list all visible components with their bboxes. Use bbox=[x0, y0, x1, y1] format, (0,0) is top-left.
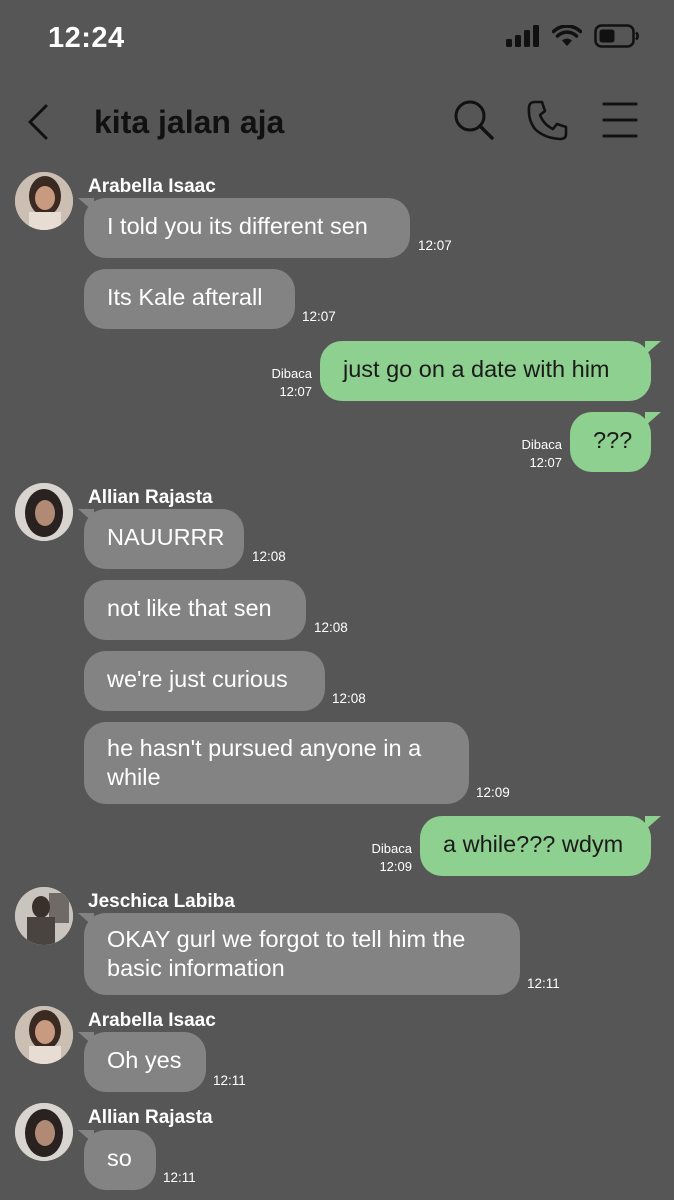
sender-name: Allian Rajasta bbox=[88, 487, 213, 508]
message-time: 12:08 bbox=[252, 549, 286, 564]
search-icon[interactable] bbox=[452, 98, 496, 142]
avatar[interactable] bbox=[15, 172, 73, 230]
status-time: 12:24 bbox=[48, 22, 125, 54]
message-line: basic information bbox=[107, 955, 285, 981]
message-bubble[interactable]: just go on a date with him bbox=[320, 341, 651, 401]
phone-icon[interactable] bbox=[526, 98, 570, 142]
message-time: 12:07 bbox=[529, 455, 562, 470]
bubble-tail bbox=[645, 816, 661, 830]
wifi-icon bbox=[552, 25, 582, 46]
bubble-tail bbox=[645, 412, 661, 426]
read-label: Dibaca bbox=[371, 841, 412, 856]
sender-name: Arabella Isaac bbox=[88, 176, 216, 197]
avatar[interactable] bbox=[15, 887, 73, 945]
message-bubble[interactable]: a while??? wdym bbox=[420, 816, 651, 876]
chat-title[interactable]: kita jalan aja bbox=[94, 104, 284, 141]
sender-name: Allian Rajasta bbox=[88, 1107, 213, 1128]
avatar[interactable] bbox=[15, 1006, 73, 1064]
message-time: 12:09 bbox=[476, 785, 510, 800]
read-label: Dibaca bbox=[271, 366, 312, 381]
message-bubble[interactable]: he hasn't pursued anyone in a while bbox=[84, 722, 469, 804]
signal-icon bbox=[506, 25, 539, 47]
message-line: OKAY gurl we forgot to tell him the bbox=[107, 926, 466, 952]
message-time: 12:07 bbox=[302, 309, 336, 324]
message-bubble[interactable]: OKAY gurl we forgot to tell him the basi… bbox=[84, 913, 520, 995]
bubble-tail bbox=[645, 341, 661, 355]
message-time: 12:07 bbox=[418, 238, 452, 253]
sender-name: Arabella Isaac bbox=[88, 1010, 216, 1031]
back-icon[interactable] bbox=[26, 102, 52, 142]
read-label: Dibaca bbox=[521, 437, 562, 452]
message-time: 12:08 bbox=[314, 620, 348, 635]
message-bubble[interactable]: Its Kale afterall bbox=[84, 269, 295, 329]
chat-header: kita jalan aja bbox=[0, 88, 674, 158]
message-bubble[interactable]: NAUURRR bbox=[84, 509, 244, 569]
message-time: 12:07 bbox=[279, 384, 312, 399]
message-time: 12:11 bbox=[213, 1073, 246, 1088]
message-bubble[interactable]: Oh yes bbox=[84, 1032, 206, 1092]
avatar[interactable] bbox=[15, 1103, 73, 1161]
message-line: he hasn't pursued anyone in a bbox=[107, 735, 422, 761]
sender-name: Jeschica Labiba bbox=[88, 891, 235, 912]
read-receipt: Dibaca 12:09 bbox=[362, 840, 412, 876]
read-receipt: Dibaca 12:07 bbox=[262, 365, 312, 401]
menu-icon[interactable] bbox=[600, 98, 640, 142]
message-bubble[interactable]: not like that sen bbox=[84, 580, 306, 640]
message-time: 12:11 bbox=[163, 1170, 196, 1185]
read-receipt: Dibaca 12:07 bbox=[512, 436, 562, 472]
message-time: 12:09 bbox=[379, 859, 412, 874]
status-bar: 12:24 bbox=[0, 0, 674, 80]
message-bubble[interactable]: ??? bbox=[570, 412, 651, 472]
message-line: while bbox=[107, 764, 161, 790]
message-time: 12:11 bbox=[527, 976, 560, 991]
avatar[interactable] bbox=[15, 483, 73, 541]
message-time: 12:08 bbox=[332, 691, 366, 706]
battery-icon bbox=[594, 24, 639, 48]
message-bubble[interactable]: I told you its different sen bbox=[84, 198, 410, 258]
status-icons bbox=[506, 24, 640, 48]
message-bubble[interactable]: we're just curious bbox=[84, 651, 325, 711]
message-bubble[interactable]: so bbox=[84, 1130, 156, 1190]
